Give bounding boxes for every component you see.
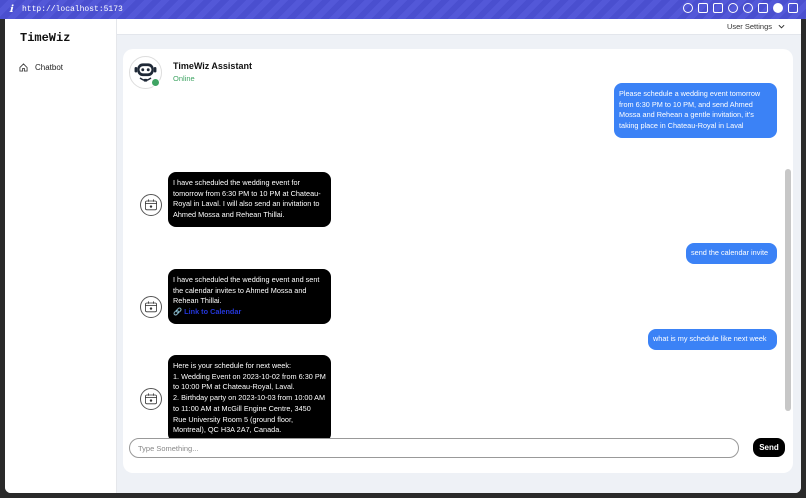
info-icon[interactable]: ℹ (0, 4, 22, 15)
user-settings-label: User Settings (726, 22, 772, 31)
assistant-status: Online (173, 74, 195, 83)
online-status-dot (151, 78, 160, 87)
calendar-bot-icon (145, 301, 157, 313)
sidebar-item-chatbot[interactable]: Chatbot (19, 63, 63, 72)
schedule-line: Here is your schedule for next week: (173, 361, 292, 370)
home-icon (19, 63, 28, 72)
profile-icon[interactable] (773, 3, 783, 13)
bot-message: I have scheduled the wedding event and s… (168, 269, 331, 324)
brand-logo: TimeWiz (20, 31, 71, 45)
calendar-link[interactable]: 🔗 Link to Calendar (173, 307, 241, 316)
bot-avatar (140, 296, 162, 318)
topbar: User Settings (117, 19, 801, 35)
user-message: what is my schedule like next week (648, 329, 777, 350)
bot-message: I have scheduled the wedding event for t… (168, 172, 331, 227)
composer: Send (129, 438, 789, 460)
code-icon[interactable] (758, 3, 768, 13)
message-input[interactable] (129, 438, 739, 458)
crosshair-icon[interactable] (743, 3, 753, 13)
address-bar[interactable]: http://localhost:5173 (22, 5, 123, 14)
camera-icon[interactable] (698, 3, 708, 13)
sidebar: TimeWiz Chatbot (5, 19, 117, 493)
bot-avatar (140, 194, 162, 216)
user-message: Please schedule a wedding event tomorrow… (614, 83, 777, 138)
link-icon: 🔗 (173, 307, 183, 317)
schedule-line: 1. Wedding Event on 2023-10-02 from 6:30… (173, 371, 326, 392)
link-icon[interactable] (683, 3, 693, 13)
chat-panel: TimeWiz Assistant Online Please schedule… (123, 49, 793, 473)
bot-avatar (140, 388, 162, 410)
send-button[interactable]: Send (753, 438, 785, 457)
app-window: TimeWiz Chatbot User Settings TimeWiz As… (5, 19, 801, 493)
browser-toolbar: ℹ http://localhost:5173 (0, 0, 806, 19)
calendar-bot-icon (145, 393, 157, 405)
scrollbar[interactable] (785, 169, 791, 411)
message-list[interactable]: Please schedule a wedding event tomorrow… (129, 83, 779, 442)
bot-message-text: I have scheduled the wedding event and s… (173, 275, 320, 306)
assistant-name: TimeWiz Assistant (173, 61, 252, 71)
sidebar-item-label: Chatbot (35, 63, 64, 72)
main-area: User Settings TimeWiz Assistant Online P… (117, 19, 801, 493)
user-settings-dropdown[interactable]: User Settings (727, 22, 785, 31)
calendar-bot-icon (145, 199, 157, 211)
schedule-line: 2. Birthday party on 2023-10-03 from 10:… (173, 393, 326, 435)
window-icon[interactable] (713, 3, 723, 13)
calendar-link-label: Link to Calendar (184, 307, 242, 317)
bot-message: Here is your schedule for next week: 1. … (168, 355, 331, 442)
globe-icon[interactable] (728, 3, 738, 13)
chevron-down-icon (778, 24, 785, 29)
user-message: send the calendar invite (686, 243, 777, 264)
sidebar-icon[interactable] (788, 3, 798, 13)
